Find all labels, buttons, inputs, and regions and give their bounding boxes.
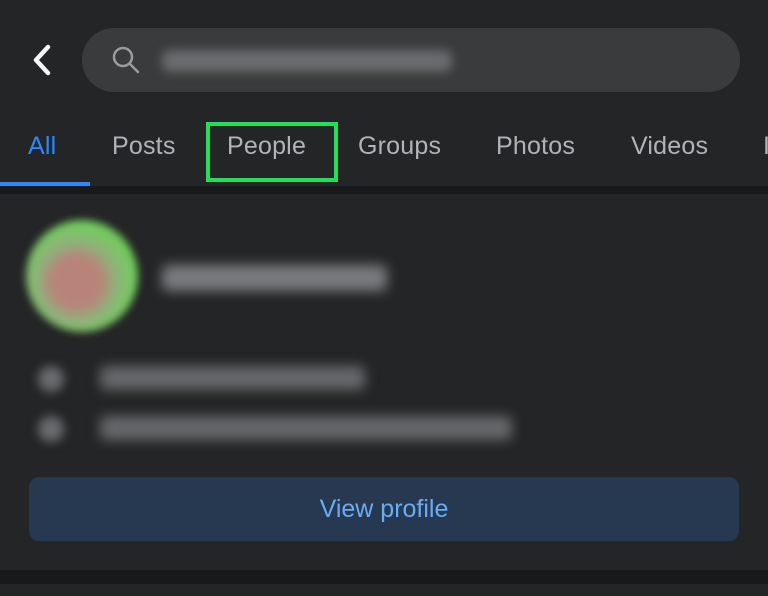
education-info-redacted — [100, 366, 365, 390]
avatar[interactable] — [26, 220, 138, 332]
search-input[interactable] — [82, 28, 740, 92]
search-query-redacted — [162, 50, 452, 72]
view-profile-button[interactable]: View profile — [29, 477, 739, 541]
section-divider — [0, 570, 768, 584]
back-chevron-icon[interactable] — [28, 42, 58, 78]
tab-more[interactable]: I — [763, 132, 768, 161]
person-name-redacted[interactable] — [162, 265, 387, 291]
tab-groups[interactable]: Groups — [358, 132, 441, 161]
tab-photos[interactable]: Photos — [496, 132, 575, 161]
tab-posts[interactable]: Posts — [112, 132, 176, 161]
search-icon — [112, 46, 140, 74]
people-tab-highlight-box — [206, 122, 338, 182]
location-info-redacted — [100, 416, 512, 440]
school-icon — [38, 366, 64, 392]
section-divider — [0, 186, 768, 194]
location-icon — [38, 416, 64, 442]
tab-videos[interactable]: Videos — [631, 132, 708, 161]
search-filter-tabs: All Posts People Groups Photos Videos I — [0, 118, 768, 186]
tab-all[interactable]: All — [28, 132, 56, 161]
